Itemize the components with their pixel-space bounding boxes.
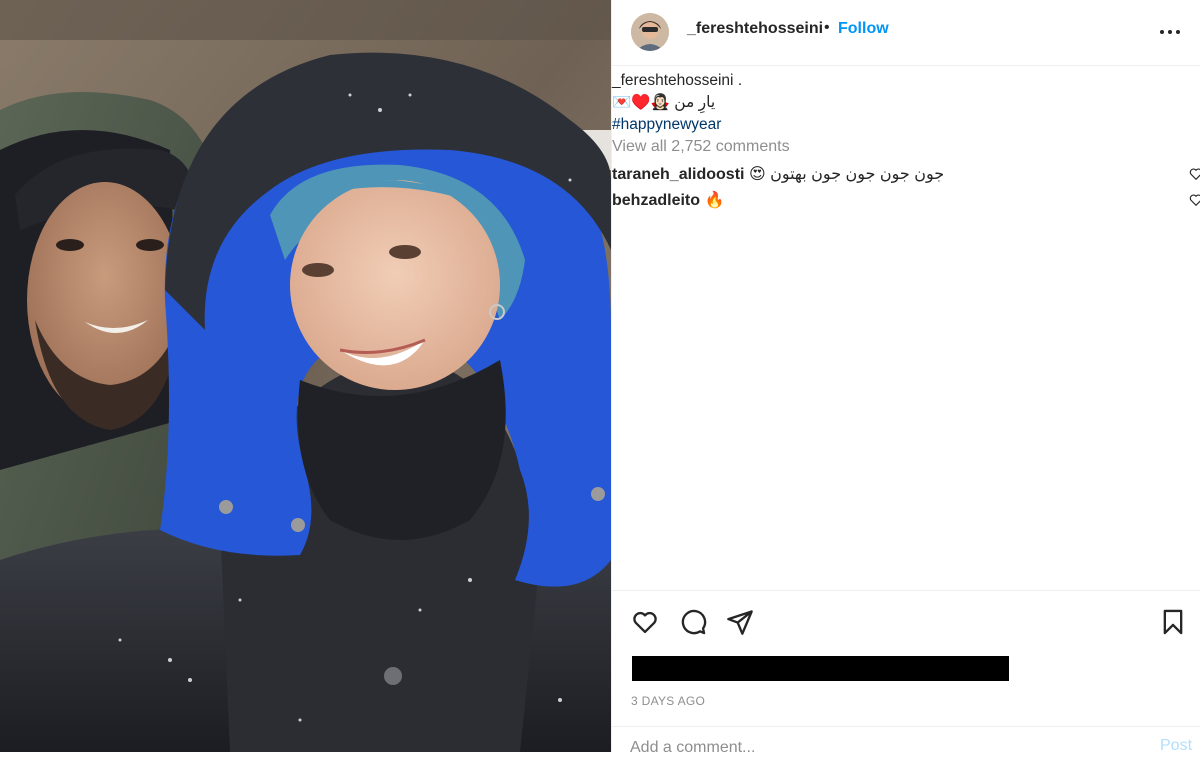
comment-icon[interactable]	[679, 608, 707, 636]
bookmark-icon[interactable]	[1159, 608, 1187, 636]
comment-input[interactable]	[630, 735, 1110, 761]
profile-photo-icon	[631, 13, 669, 51]
view-all-comments-link[interactable]: View all 2,752 comments	[612, 138, 790, 156]
heart-icon[interactable]	[631, 608, 659, 636]
caption-username[interactable]: _fereshtehosseini	[612, 72, 734, 89]
post-header: _fereshtehosseini • Follow	[612, 0, 1200, 66]
selfie-image	[0, 0, 611, 752]
header-username[interactable]: _fereshtehosseini	[687, 20, 823, 38]
comment-text: جون جون جون جون بهتون 😍	[748, 166, 945, 183]
redacted-likes-bar	[632, 656, 1009, 681]
comment-text: 🔥	[704, 192, 725, 209]
hashtag-link[interactable]: #happynewyear	[612, 116, 721, 133]
share-icon[interactable]	[726, 608, 754, 636]
comment-like-heart-icon[interactable]	[1189, 193, 1200, 207]
comment-username[interactable]: behzadleito	[612, 192, 700, 209]
post-details-panel: _fereshtehosseini • Follow _fereshtehoss…	[611, 0, 1200, 761]
post-timestamp[interactable]: 3 DAYS AGO	[631, 694, 705, 708]
caption-text-line2: یارِ من 🧛🏻‍♀️♥️💌	[612, 94, 716, 111]
post-photo[interactable]	[0, 0, 611, 752]
comment-username[interactable]: taraneh_alidoosti	[612, 166, 744, 183]
comment-item: behzadleito 🔥	[612, 190, 724, 210]
add-comment-bar: Post	[612, 726, 1200, 766]
post-caption: _fereshtehosseini . یارِ من 🧛🏻‍♀️♥️💌 #ha…	[612, 70, 1200, 136]
separator-dot: •	[824, 19, 830, 36]
follow-button[interactable]: Follow	[838, 20, 889, 38]
post-actions-section: 3 DAYS AGO	[612, 590, 1200, 726]
post-comment-button[interactable]: Post	[1160, 737, 1192, 755]
comment-item: taraneh_alidoosti جون جون جون جون بهتون …	[612, 164, 944, 184]
comment-like-heart-icon[interactable]	[1189, 167, 1200, 181]
caption-text: .	[737, 72, 743, 89]
more-options-icon[interactable]	[1158, 22, 1184, 42]
avatar[interactable]	[631, 13, 669, 51]
